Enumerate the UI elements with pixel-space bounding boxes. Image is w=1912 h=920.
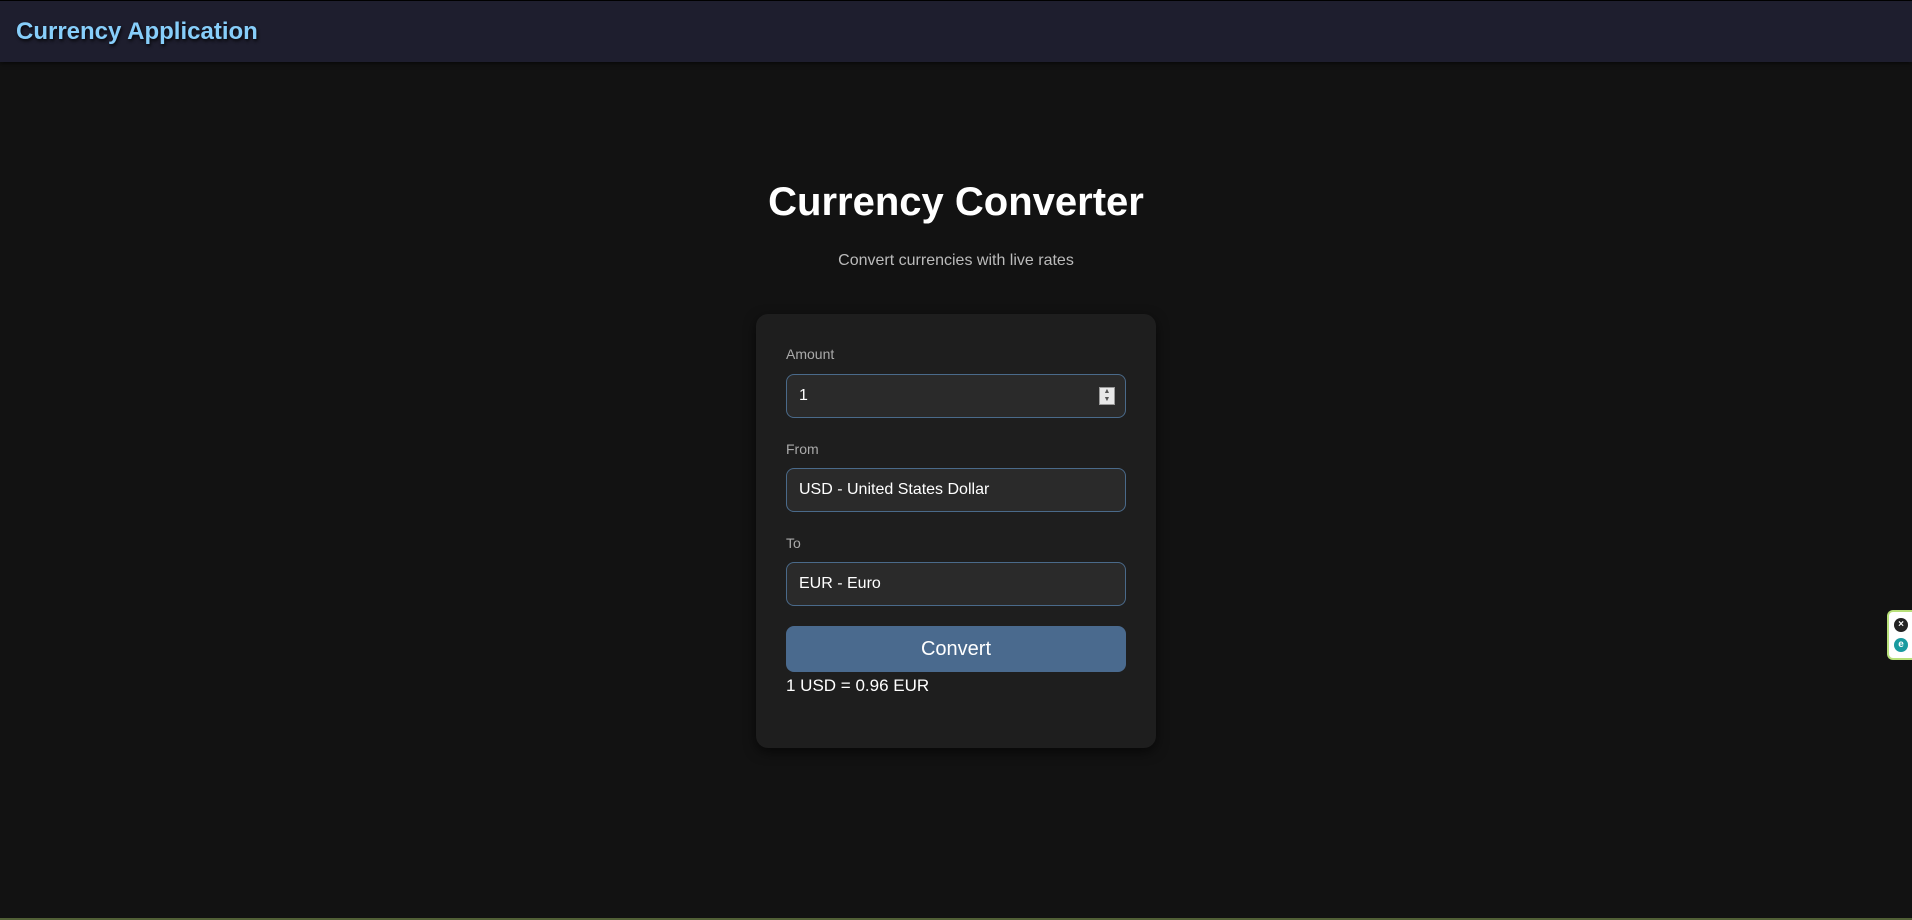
top-navbar: Currency Application <box>0 0 1912 62</box>
to-currency-value: EUR - Euro <box>799 575 881 592</box>
convert-button[interactable]: Convert <box>786 626 1126 672</box>
app-title[interactable]: Currency Application <box>16 18 258 46</box>
page-subtitle: Convert currencies with live rates <box>838 252 1074 269</box>
amount-label: Amount <box>786 346 835 362</box>
from-label: From <box>786 441 819 457</box>
page-title: Currency Converter <box>768 180 1144 224</box>
extension-logo-icon[interactable]: e <box>1894 638 1908 652</box>
converter-card: Amount 1 ▲ ▼ From USD - United States Dol… <box>756 314 1156 748</box>
from-currency-value: USD - United States Dollar <box>799 481 990 498</box>
to-currency-select[interactable]: EUR - Euro <box>786 562 1126 606</box>
amount-value: 1 <box>799 387 808 404</box>
conversion-result: 1 USD = 0.96 EUR <box>786 676 930 695</box>
to-label: To <box>786 535 801 551</box>
from-currency-select[interactable]: USD - United States Dollar <box>786 468 1126 512</box>
extension-widget[interactable]: × e <box>1887 610 1912 660</box>
stepper-arrows-icon[interactable]: ▲ ▼ <box>1099 387 1115 405</box>
amount-input[interactable]: 1 ▲ ▼ <box>786 374 1126 418</box>
close-icon[interactable]: × <box>1894 618 1908 632</box>
